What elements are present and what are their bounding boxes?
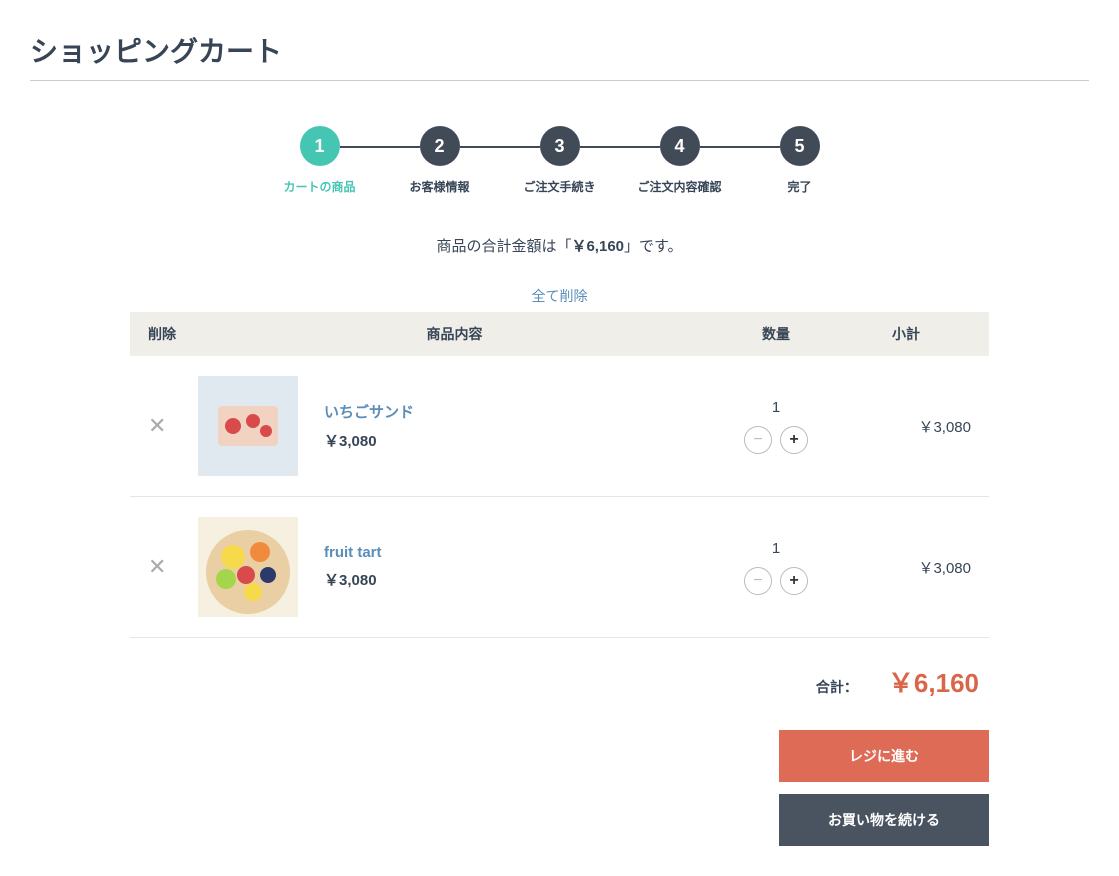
delete-all-link[interactable]: 全て削除 xyxy=(130,286,989,306)
continue-shopping-button[interactable]: お買い物を続ける xyxy=(779,794,989,846)
qty-decrease-button[interactable]: − xyxy=(744,567,772,595)
delete-item-button[interactable]: ✕ xyxy=(148,554,166,579)
header-qty: 数量 xyxy=(711,324,841,344)
action-buttons: レジに進む お買い物を続ける xyxy=(130,730,989,846)
product-info: fruit tart ￥3,080 xyxy=(324,544,382,590)
step-customer: 2 お客様情報 xyxy=(380,126,500,195)
product-name-link[interactable]: fruit tart xyxy=(324,544,382,561)
step-label: ご注文手続き xyxy=(523,178,595,195)
step-connector xyxy=(460,146,540,148)
total-price: ￥6,160 xyxy=(888,663,979,700)
qty-controls: − + xyxy=(711,567,841,595)
checkout-button[interactable]: レジに進む xyxy=(779,730,989,782)
summary-suffix: 」です。 xyxy=(624,238,683,255)
header-subtotal: 小計 xyxy=(841,324,971,344)
qty-increase-button[interactable]: + xyxy=(780,567,808,595)
step-complete: 5 完了 xyxy=(740,126,860,195)
product-thumbnail[interactable] xyxy=(198,517,298,617)
progress-stepper: 1 カートの商品 2 お客様情報 3 ご注文手続き 4 ご注文内容確認 5 完了 xyxy=(30,126,1089,195)
summary-total-price: ￥6,160 xyxy=(571,238,624,255)
cart-row: ✕ fruit tart ￥3,080 1 − + ￥3,080 xyxy=(130,497,989,638)
step-label: カートの商品 xyxy=(283,178,355,195)
step-number: 4 xyxy=(660,126,700,166)
step-order: 3 ご注文手続き xyxy=(500,126,620,195)
subtotal-value: ￥3,080 xyxy=(841,416,971,437)
product-info: いちごサンド ￥3,080 xyxy=(324,401,414,451)
step-connector xyxy=(700,146,780,148)
delete-cell: ✕ xyxy=(148,413,198,439)
qty-value: 1 xyxy=(711,399,841,416)
step-number: 5 xyxy=(780,126,820,166)
product-cell: いちごサンド ￥3,080 xyxy=(198,376,711,476)
step-number: 3 xyxy=(540,126,580,166)
qty-cell: 1 − + xyxy=(711,399,841,454)
cart-summary-text: 商品の合計金額は「￥6,160」です。 xyxy=(30,235,1089,256)
step-confirm: 4 ご注文内容確認 xyxy=(620,126,740,195)
qty-controls: − + xyxy=(711,426,841,454)
cart-header-row: 削除 商品内容 数量 小計 xyxy=(130,312,989,356)
summary-prefix: 商品の合計金額は「 xyxy=(436,238,571,255)
qty-cell: 1 − + xyxy=(711,540,841,595)
page-title: ショッピングカート xyxy=(30,30,1089,81)
qty-increase-button[interactable]: + xyxy=(780,426,808,454)
header-delete: 削除 xyxy=(148,324,198,344)
total-row: 合計： ￥6,160 xyxy=(130,638,989,730)
product-cell: fruit tart ￥3,080 xyxy=(198,517,711,617)
step-connector xyxy=(580,146,660,148)
step-number: 1 xyxy=(300,126,340,166)
step-cart: 1 カートの商品 xyxy=(260,126,380,195)
product-thumbnail[interactable] xyxy=(198,376,298,476)
step-connector xyxy=(340,146,420,148)
cart-row: ✕ いちごサンド ￥3,080 1 − + ￥3,080 xyxy=(130,356,989,497)
step-label: お客様情報 xyxy=(409,178,469,195)
total-label: 合計： xyxy=(816,677,858,697)
product-unit-price: ￥3,080 xyxy=(324,430,414,451)
step-label: ご注文内容確認 xyxy=(637,178,721,195)
qty-decrease-button[interactable]: − xyxy=(744,426,772,454)
step-number: 2 xyxy=(420,126,460,166)
subtotal-value: ￥3,080 xyxy=(841,557,971,578)
product-unit-price: ￥3,080 xyxy=(324,569,382,590)
delete-item-button[interactable]: ✕ xyxy=(148,413,166,438)
step-label: 完了 xyxy=(787,178,811,195)
delete-cell: ✕ xyxy=(148,554,198,580)
header-product: 商品内容 xyxy=(198,324,711,344)
cart-table: 全て削除 削除 商品内容 数量 小計 ✕ いちごサンド ￥3,080 1 xyxy=(130,286,989,846)
qty-value: 1 xyxy=(711,540,841,557)
product-name-link[interactable]: いちごサンド xyxy=(324,401,414,422)
